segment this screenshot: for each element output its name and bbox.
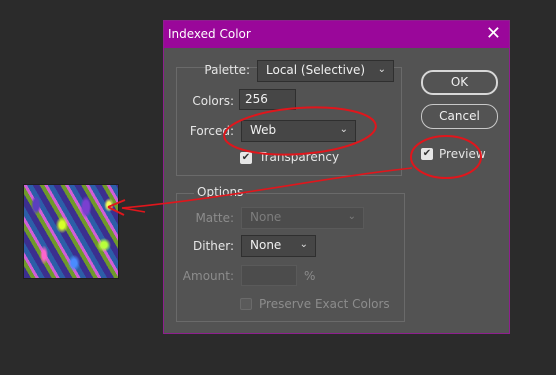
matte-label: Matte: [195,211,234,225]
preserve-exact-colors-label: Preserve Exact Colors [259,297,390,311]
chevron-down-icon: ⌄ [377,64,386,75]
dialog-titlebar[interactable]: Indexed Color ✕ [164,21,509,48]
colors-field[interactable]: 256 [239,89,296,110]
options-title: Options [194,185,247,199]
close-icon[interactable]: ✕ [486,23,501,45]
matte-select[interactable]: None ⌄ [241,207,364,229]
forced-select[interactable]: Web ⌄ [241,120,356,142]
annotation-arrow-tail [121,207,146,213]
preview-label: Preview [439,147,486,161]
transparency-checkbox[interactable]: ✔ [240,152,252,164]
dither-value: None [250,238,282,252]
dialog-title: Indexed Color [168,27,251,41]
amount-label: Amount: [182,269,234,283]
forced-label: Forced: [189,124,234,138]
preserve-exact-colors-checkbox[interactable] [240,298,252,310]
image-preview-thumbnail [23,184,119,279]
chevron-down-icon: ⌄ [339,124,348,135]
matte-value: None [250,210,282,224]
colors-label: Colors: [192,94,234,108]
amount-unit: % [304,269,316,283]
palette-label: Palette: [204,63,250,77]
indexed-color-dialog: Indexed Color ✕ Palette: Local (Selectiv… [163,20,510,334]
cancel-button[interactable]: Cancel [421,104,498,129]
transparency-label: Transparency [259,150,340,164]
palette-select[interactable]: Local (Selective) ⌄ [257,60,394,82]
dither-label: Dither: [192,239,234,253]
chevron-down-icon: ⌄ [347,211,356,222]
colors-value: 256 [245,92,268,106]
preview-checkbox[interactable]: ✔ [421,148,433,160]
palette-value: Local (Selective) [266,63,366,77]
dither-select[interactable]: None ⌄ [241,235,316,257]
ok-button[interactable]: OK [421,70,498,95]
forced-value: Web [250,123,277,137]
chevron-down-icon: ⌄ [299,239,308,250]
amount-field[interactable] [241,265,297,286]
